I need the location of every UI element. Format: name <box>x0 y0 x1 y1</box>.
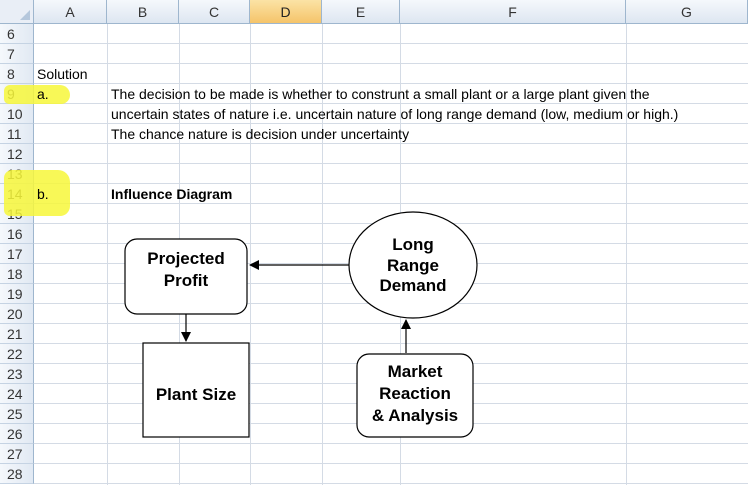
market-reaction-line-1: Market <box>388 362 443 381</box>
influence-diagram: Projected Profit Plant Size Long Range D… <box>124 211 478 438</box>
market-reaction-line-2: Reaction <box>379 384 451 403</box>
long-range-demand-line-3: Demand <box>379 276 446 295</box>
market-reaction-node[interactable]: Market Reaction & Analysis <box>356 353 474 438</box>
spreadsheet: A B C D E F G 6 7 8 9 10 11 12 13 14 15 … <box>0 0 748 485</box>
projected-profit-line-2: Profit <box>164 271 209 290</box>
projected-profit-line-1: Projected <box>147 249 224 268</box>
projected-profit-node[interactable]: Projected Profit <box>124 238 248 315</box>
market-reaction-line-3: & Analysis <box>372 406 458 425</box>
plant-size-node[interactable]: Plant Size <box>142 342 250 438</box>
plant-size-label: Plant Size <box>156 385 236 404</box>
long-range-demand-node[interactable]: Long Range Demand <box>348 211 478 319</box>
long-range-demand-line-1: Long <box>392 235 434 254</box>
long-range-demand-line-2: Range <box>387 256 439 275</box>
